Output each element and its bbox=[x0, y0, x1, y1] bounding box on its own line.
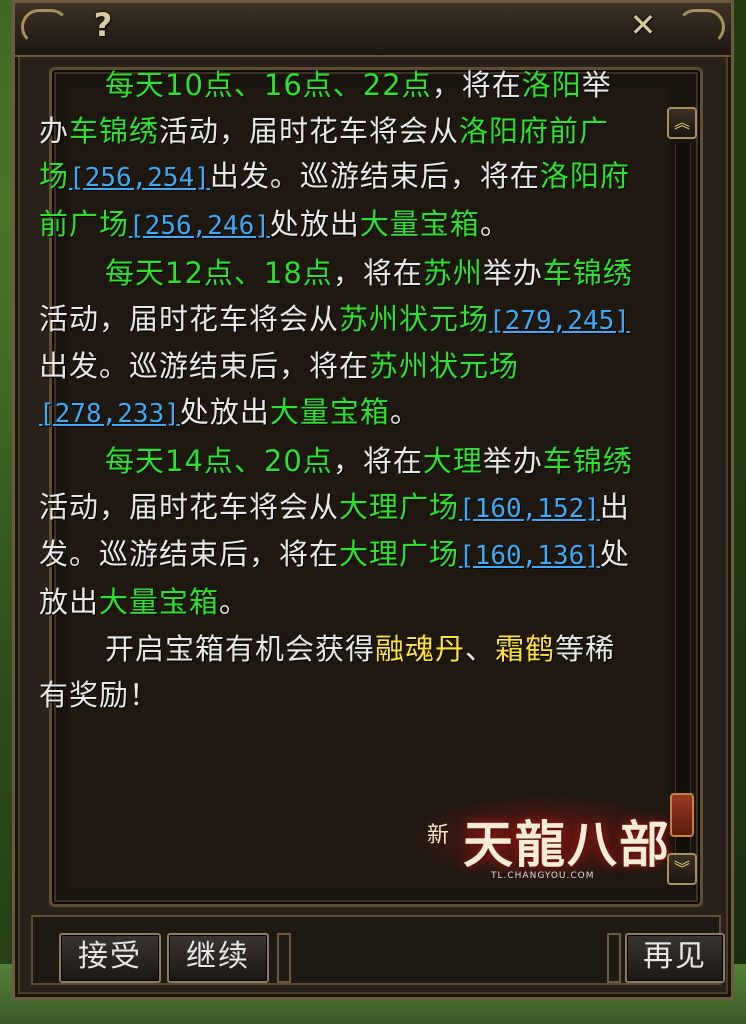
dialog-paragraph: 每天10点、16点、22点，将在洛阳举办车锦绣活动，届时花车将会从洛阳府前广场[… bbox=[39, 63, 635, 249]
body-text: 。 bbox=[479, 206, 510, 241]
dialog-text: 每天10点、16点、22点，将在洛阳举办车锦绣活动，届时花车将会从洛阳府前广场[… bbox=[39, 63, 635, 720]
frame-corner-ornament bbox=[15, 3, 75, 51]
dialog-paragraph: 每天12点、18点，将在苏州举办车锦绣活动，届时花车将会从苏州状元场[279,2… bbox=[39, 251, 635, 437]
highlight-text: 车锦绣 bbox=[542, 444, 633, 478]
coordinate-link[interactable]: [256,254] bbox=[69, 163, 210, 193]
highlight-text: 大量宝箱 bbox=[359, 206, 480, 241]
bar-ornament bbox=[277, 933, 291, 983]
body-text: 举办 bbox=[482, 256, 543, 290]
dialog-title-bar: ? ✕ bbox=[15, 3, 731, 57]
frame-corner-ornament bbox=[671, 3, 731, 51]
body-text: 活动，届时花车将会从 bbox=[39, 489, 340, 524]
highlight-text: 洛阳 bbox=[521, 68, 582, 102]
close-button[interactable]: ✕ bbox=[621, 5, 665, 45]
body-text: 活动，届时花车将会从 bbox=[39, 301, 340, 336]
coordinate-link[interactable]: [279,245] bbox=[489, 306, 630, 336]
body-text: 处放出 bbox=[269, 206, 360, 241]
highlight-text: 苏州状元场 bbox=[339, 301, 490, 336]
body-text: 、 bbox=[465, 632, 496, 666]
scrollbar[interactable]: ︽ ︾ bbox=[667, 107, 697, 887]
coordinate-link[interactable]: [160,152] bbox=[459, 494, 600, 524]
scroll-up-button[interactable]: ︽ bbox=[667, 107, 697, 139]
dialog-paragraph: 开启宝箱有机会获得融魂丹、霜鹤等稀有奖励！ bbox=[39, 627, 635, 718]
dialog-paragraph: 每天14点、20点，将在大理举办车锦绣活动，届时花车将会从大理广场[160,15… bbox=[39, 439, 635, 625]
coordinate-link[interactable]: [256,246] bbox=[129, 211, 270, 241]
help-button[interactable]: ? bbox=[81, 5, 125, 45]
quest-dialog: ? ✕ 每天10点、16点、22点，将在洛阳举办车锦绣活动，届时花车将会从洛阳府… bbox=[12, 0, 734, 1000]
highlight-text: 每天14点、20点 bbox=[105, 444, 333, 478]
highlight-text: 车锦绣 bbox=[542, 256, 633, 290]
body-text: 活动，届时花车将会从 bbox=[159, 113, 460, 148]
goodbye-button[interactable]: 再见 bbox=[625, 933, 725, 983]
body-text: ，将在 bbox=[332, 444, 423, 478]
body-text: 。 bbox=[219, 584, 250, 619]
coordinate-link[interactable]: [160,136] bbox=[459, 541, 600, 571]
reward-text: 霜鹤 bbox=[495, 632, 556, 666]
highlight-text: 大理广场 bbox=[339, 537, 460, 571]
scroll-down-button[interactable]: ︾ bbox=[667, 853, 697, 885]
bar-ornament bbox=[607, 933, 621, 983]
body-text: 。 bbox=[389, 394, 420, 429]
body-text: 举办 bbox=[482, 444, 543, 478]
highlight-text: 苏州状元场 bbox=[369, 349, 520, 383]
accept-button[interactable]: 接受 bbox=[59, 933, 161, 983]
highlight-text: 车锦绣 bbox=[69, 113, 160, 148]
dialog-button-bar: 接受 继续 再见 bbox=[31, 915, 725, 985]
reward-text: 融魂丹 bbox=[375, 632, 466, 666]
coordinate-link[interactable]: [278,233] bbox=[39, 399, 180, 429]
highlight-text: 大量宝箱 bbox=[269, 394, 390, 429]
body-text: ，将在 bbox=[431, 68, 522, 102]
body-text: 开启宝箱有机会获得 bbox=[105, 632, 376, 666]
scroll-thumb[interactable] bbox=[670, 793, 694, 837]
body-text: 出发。巡游结束后，将在 bbox=[209, 159, 540, 193]
body-text: 处放出 bbox=[179, 394, 270, 429]
body-text: ，将在 bbox=[332, 256, 423, 290]
highlight-text: 苏州 bbox=[422, 256, 483, 290]
highlight-text: 每天12点、18点 bbox=[105, 256, 333, 290]
body-text: 出发。巡游结束后，将在 bbox=[39, 349, 370, 383]
continue-button[interactable]: 继续 bbox=[167, 933, 269, 983]
highlight-text: 每天10点、16点、22点 bbox=[105, 68, 432, 102]
highlight-text: 大量宝箱 bbox=[99, 584, 220, 619]
highlight-text: 大理广场 bbox=[339, 489, 460, 524]
scroll-track[interactable] bbox=[675, 143, 691, 853]
highlight-text: 大理 bbox=[422, 444, 483, 478]
